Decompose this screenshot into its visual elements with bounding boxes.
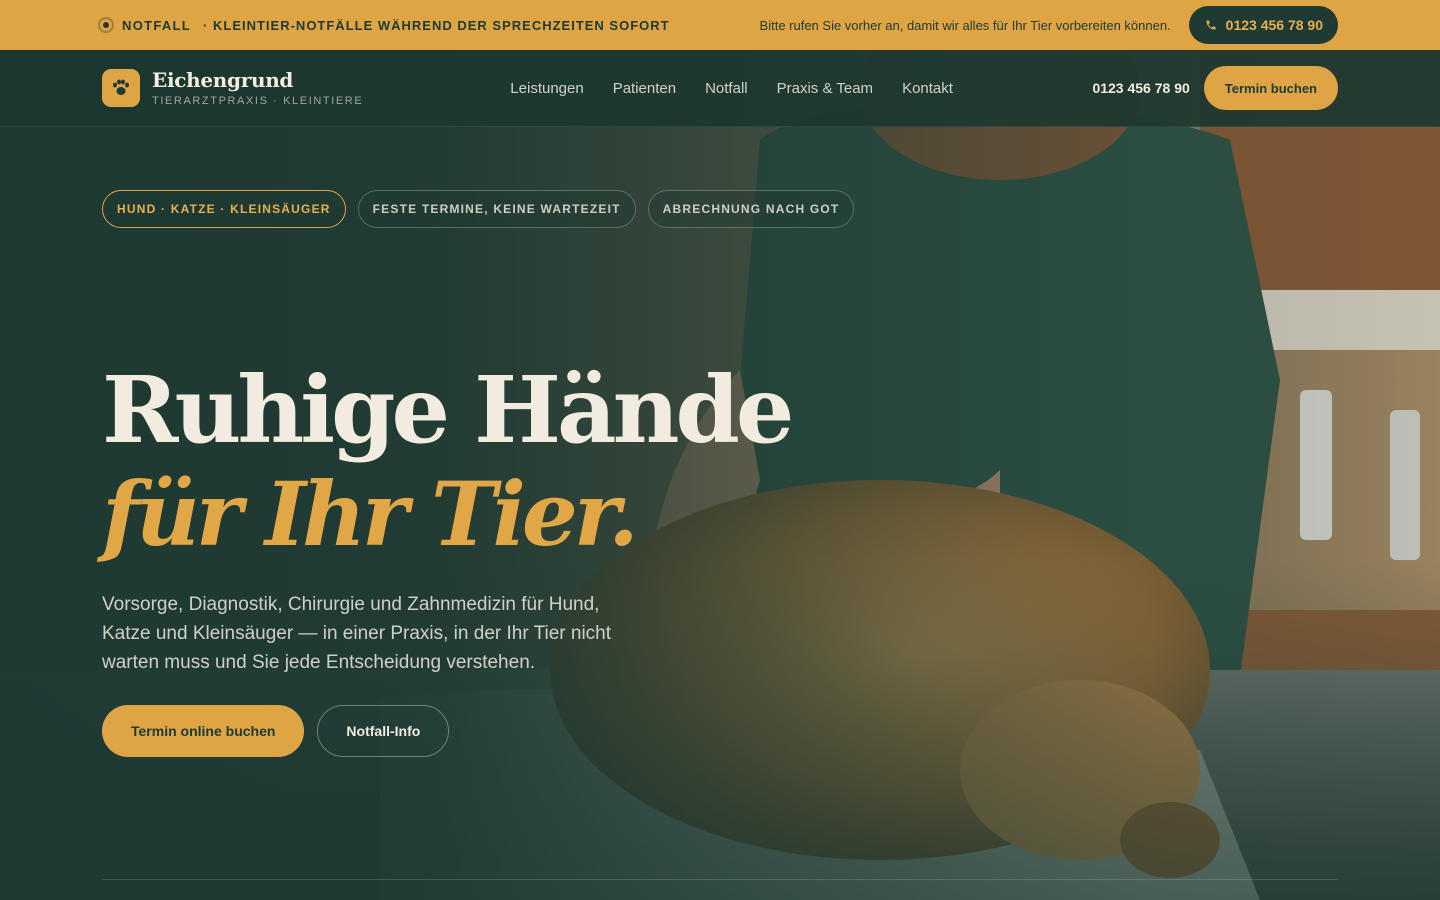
chip-species: HUND · KATZE · KLEINSÄUGER (102, 190, 346, 228)
feature-chips: HUND · KATZE · KLEINSÄUGER FESTE TERMINE… (102, 190, 862, 228)
status-dot-icon (98, 17, 114, 33)
hero-headline: Ruhige Hände für Ihr Tier. (102, 358, 862, 566)
call-ahead-note: Bitte rufen Sie vorher an, damit wir all… (759, 17, 1171, 33)
emergency-info: NOTFALL · KLEINTIER-NOTFÄLLE WÄHREND DER… (98, 17, 670, 33)
chip-billing: ABRECHNUNG NACH GOT (647, 190, 855, 228)
hero-content: HUND · KATZE · KLEINSÄUGER FESTE TERMINE… (102, 190, 862, 757)
main-nav: Leistungen Patienten Notfall Praxis & Te… (510, 80, 953, 97)
nav-item-leistungen[interactable]: Leistungen (510, 80, 583, 97)
nav-item-notfall[interactable]: Notfall (705, 80, 748, 97)
emergency-bar: NOTFALL · KLEINTIER-NOTFÄLLE WÄHREND DER… (0, 0, 1440, 50)
nav-item-praxis-team[interactable]: Praxis & Team (777, 80, 873, 97)
nav-actions: 0123 456 78 90 Termin buchen (1092, 66, 1338, 110)
emergency-phone-number: 0123 456 78 90 (1225, 17, 1323, 33)
emergency-phone-button[interactable]: 0123 456 78 90 (1188, 6, 1338, 44)
main-navbar: Eichengrund TIERARZTPRAXIS · KLEINTIERE … (0, 50, 1440, 127)
paw-icon (102, 69, 140, 107)
headline-line-2: für Ihr Tier. (102, 462, 639, 566)
nav-item-kontakt[interactable]: Kontakt (902, 80, 953, 97)
nav-phone-link[interactable]: 0123 456 78 90 (1092, 80, 1189, 96)
brand-subtitle: TIERARZTPRAXIS · KLEINTIERE (152, 95, 364, 107)
emergency-info-button[interactable]: Notfall-Info (317, 705, 450, 757)
hero-lead-text: Vorsorge, Diagnostik, Chirurgie und Zahn… (102, 594, 612, 673)
brand-text: Eichengrund TIERARZTPRAXIS · KLEINTIERE (152, 69, 363, 107)
phone-icon (1206, 20, 1216, 30)
emergency-label: NOTFALL (122, 17, 192, 33)
emergency-text: · KLEINTIER-NOTFÄLLE WÄHREND DER SPRECHZ… (203, 17, 670, 33)
hero-cta-row: Termin online buchen Notfall-Info (102, 705, 862, 757)
chip-appointments: FESTE TERMINE, KEINE WARTEZEIT (357, 190, 636, 228)
hero-divider (102, 879, 1338, 880)
emergency-contact: Bitte rufen Sie vorher an, damit wir all… (760, 6, 1338, 44)
book-online-button[interactable]: Termin online buchen (102, 705, 305, 757)
book-appointment-button[interactable]: Termin buchen (1203, 66, 1338, 110)
nav-item-patienten[interactable]: Patienten (613, 80, 676, 97)
paw-glyph (113, 79, 129, 95)
brand-name: Eichengrund (152, 68, 294, 92)
headline-line-1: Ruhige Hände (102, 356, 794, 464)
brand-home-link[interactable]: Eichengrund TIERARZTPRAXIS · KLEINTIERE (102, 69, 363, 107)
